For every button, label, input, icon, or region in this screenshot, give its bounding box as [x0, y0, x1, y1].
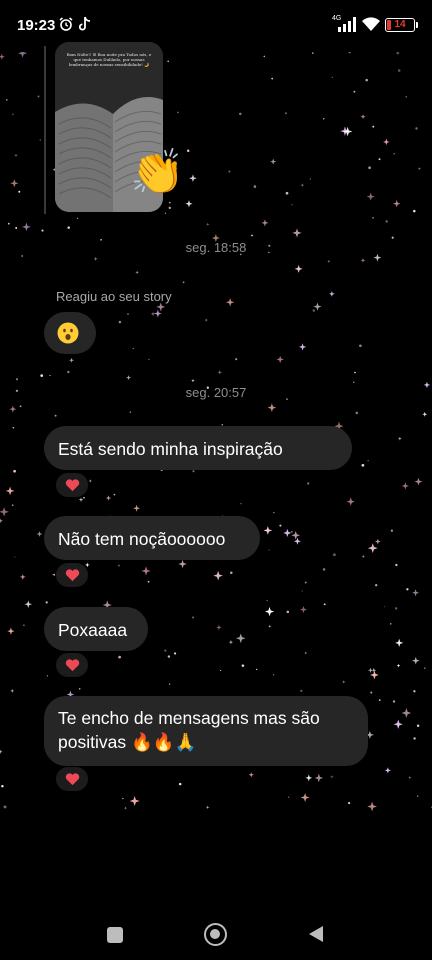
battery-level: 14: [394, 19, 406, 30]
status-time: 19:23: [17, 17, 56, 34]
navigation-bar: [0, 905, 432, 960]
home-icon-dot: [210, 929, 220, 939]
battery-cap: [416, 22, 418, 28]
message-bubble[interactable]: Está sendo minha inspiração: [44, 426, 352, 470]
back-icon[interactable]: [308, 925, 324, 943]
heart-icon: [65, 773, 80, 786]
heart-icon: [65, 479, 80, 492]
heart-icon: [65, 569, 80, 582]
alarm-clock-icon: [59, 17, 73, 31]
story-reaction-label: Reagiu ao seu story: [56, 289, 172, 304]
tiktok-icon: [79, 16, 91, 31]
surprised-face-icon: [57, 322, 79, 344]
home-icon[interactable]: [204, 923, 227, 946]
message-bubble[interactable]: Não tem noçãoooooo: [44, 516, 260, 560]
message-reaction[interactable]: [55, 766, 89, 792]
story-caption: Bom Nolte!! ☺ Boa noite pra Todos nós, e…: [66, 52, 152, 67]
heart-icon: [65, 659, 80, 672]
message-reaction[interactable]: [55, 562, 89, 588]
recent-apps-icon[interactable]: [107, 927, 123, 943]
timestamp: seg. 18:58: [185, 240, 247, 255]
clapping-hands-emoji: 👏: [130, 148, 185, 197]
timestamp: seg. 20:57: [185, 385, 247, 400]
signal-icon: [338, 17, 356, 32]
message-bubble[interactable]: Te encho de mensagens mas são positivas …: [44, 696, 368, 766]
story-reply-line: [44, 46, 46, 214]
wifi-icon: [362, 17, 380, 31]
story-reaction-bubble[interactable]: [44, 312, 96, 354]
message-reaction[interactable]: [55, 472, 89, 498]
message-bubble[interactable]: Poxaaaa: [44, 607, 148, 651]
battery-icon: 14: [385, 18, 415, 32]
message-reaction[interactable]: [55, 652, 89, 678]
